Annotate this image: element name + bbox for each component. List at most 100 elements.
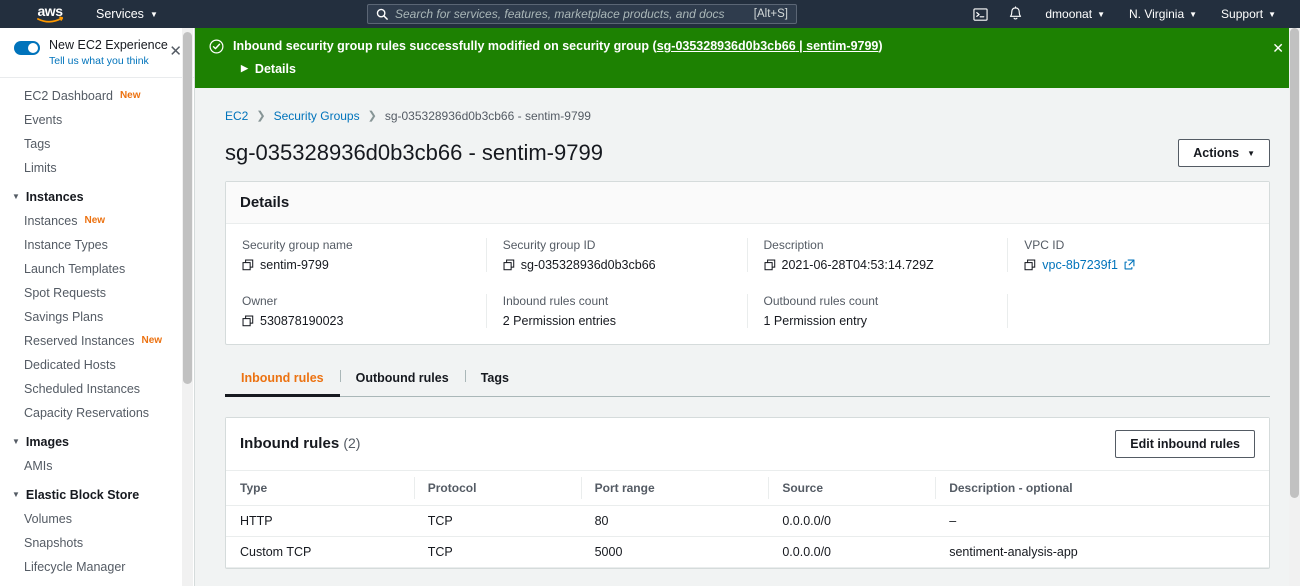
flash-message-suffix: ) bbox=[878, 39, 883, 53]
success-check-icon bbox=[209, 39, 224, 54]
services-menu[interactable]: Services ▼ bbox=[86, 0, 168, 28]
sidebar-item-reserved-instances[interactable]: Reserved Instances New bbox=[0, 329, 194, 353]
account-menu[interactable]: dmoonat ▼ bbox=[1033, 0, 1117, 28]
table-header-row: Type Protocol Port range Source Description … bbox=[226, 470, 1269, 506]
new-experience-toggle[interactable] bbox=[14, 41, 40, 55]
detail-field-description: Description 2021-06-28T04:53:14.729Z bbox=[748, 237, 1009, 272]
breadcrumb-item-0[interactable]: EC2 bbox=[225, 109, 248, 123]
services-menu-label: Services bbox=[96, 7, 144, 21]
main-scrollbar-thumb[interactable] bbox=[1290, 28, 1299, 498]
sidebar-item-label: Launch Templates bbox=[24, 261, 126, 276]
cell-source: 0.0.0.0/0 bbox=[768, 505, 936, 537]
copy-icon[interactable] bbox=[242, 315, 254, 327]
sidebar-scrollbar-thumb[interactable] bbox=[183, 32, 192, 384]
top-navigation-right: dmoonat ▼ N. Virginia ▼ Support ▼ bbox=[963, 0, 1288, 28]
flash-link-sg-name[interactable]: sentim-9799 bbox=[806, 39, 878, 53]
edit-inbound-rules-label: Edit inbound rules bbox=[1130, 436, 1240, 451]
sidebar-item-limits[interactable]: Limits bbox=[0, 156, 194, 180]
column-header-type: Type bbox=[226, 470, 414, 506]
chevron-right-icon: ▶ bbox=[241, 63, 248, 74]
flash-details-toggle[interactable]: ▶ Details bbox=[233, 62, 1286, 76]
close-icon[interactable]: ✕ bbox=[169, 44, 182, 59]
sidebar-group-instances[interactable]: ▼ Instances bbox=[0, 180, 194, 209]
sidebar-item-spot-requests[interactable]: Spot Requests bbox=[0, 281, 194, 305]
sidebar-scrollbar[interactable] bbox=[182, 28, 193, 586]
sidebar-item-label: Scheduled Instances bbox=[24, 381, 141, 396]
sidebar-group-label: Elastic Block Store bbox=[25, 487, 140, 502]
sidebar-group-label: Instances bbox=[25, 189, 84, 204]
detail-label: Security group ID bbox=[502, 237, 596, 252]
sidebar-item-capacity-reservations[interactable]: Capacity Reservations bbox=[0, 401, 194, 425]
sidebar-item-snapshots[interactable]: Snapshots bbox=[0, 531, 194, 555]
sidebar-item-amis[interactable]: AMIs bbox=[0, 454, 194, 478]
detail-value: 2 Permission entries bbox=[502, 313, 616, 328]
table-row[interactable]: Custom TCP TCP 5000 0.0.0.0/0 sentiment-anal… bbox=[226, 536, 1269, 568]
table-row[interactable]: HTTP TCP 80 0.0.0.0/0– bbox=[226, 505, 1269, 537]
detail-label: Outbound rules count bbox=[763, 293, 879, 308]
breadcrumb-item-1[interactable]: Security Groups bbox=[274, 109, 360, 123]
notifications-button[interactable] bbox=[998, 0, 1033, 28]
region-menu[interactable]: N. Virginia ▼ bbox=[1117, 0, 1209, 28]
main-scrollbar[interactable] bbox=[1289, 28, 1300, 586]
inbound-rules-title: Inbound rules (2) bbox=[240, 435, 360, 452]
sidebar-item-events[interactable]: Events bbox=[0, 108, 194, 132]
global-search-box[interactable]: [Alt+S] bbox=[367, 4, 797, 24]
copy-icon[interactable] bbox=[1024, 259, 1036, 271]
tab-bar: Inbound rules Outbound rules Tags bbox=[225, 363, 1270, 397]
tab-inbound-rules[interactable]: Inbound rules bbox=[225, 363, 340, 397]
sidebar-item-tags[interactable]: Tags bbox=[0, 132, 194, 156]
flash-link-sg-id[interactable]: sg-035328936d0b3cb66 bbox=[657, 39, 796, 53]
chevron-down-icon: ▼ bbox=[1268, 10, 1276, 19]
copy-icon[interactable] bbox=[242, 259, 254, 271]
sidebar-item-label: Events bbox=[24, 112, 63, 127]
sidebar-item-lifecycle-manager[interactable]: Lifecycle Manager bbox=[0, 555, 194, 579]
chevron-down-icon: ▼ bbox=[12, 192, 20, 202]
cloudshell-button[interactable] bbox=[963, 0, 998, 28]
sidebar-item-label: Lifecycle Manager bbox=[24, 559, 126, 574]
sidebar-item-ec2-dashboard[interactable]: EC2 Dashboard New bbox=[0, 84, 194, 108]
sidebar-item-label: Instance Types bbox=[24, 237, 108, 252]
sidebar-item-dedicated-hosts[interactable]: Dedicated Hosts bbox=[0, 353, 194, 377]
sidebar-item-volumes[interactable]: Volumes bbox=[0, 507, 194, 531]
sidebar-item-savings-plans[interactable]: Savings Plans bbox=[0, 305, 194, 329]
detail-value: sentim-9799 bbox=[260, 257, 329, 272]
sidebar-item-launch-templates[interactable]: Launch Templates bbox=[0, 257, 194, 281]
aws-logo[interactable]: aws bbox=[22, 4, 78, 23]
inbound-rules-title-text: Inbound rules bbox=[240, 435, 340, 453]
sidebar-group-elastic-block-store[interactable]: ▼ Elastic Block Store bbox=[0, 478, 194, 507]
search-icon bbox=[376, 8, 388, 20]
detail-value[interactable]: vpc-8b7239f1 bbox=[1042, 258, 1118, 272]
chevron-down-icon: ▼ bbox=[12, 437, 20, 447]
feedback-link[interactable]: Tell us what you think bbox=[49, 55, 168, 68]
sidebar-item-instance-types[interactable]: Instance Types bbox=[0, 233, 194, 257]
flash-close-icon[interactable]: ✕ bbox=[1272, 41, 1284, 55]
new-badge: New bbox=[119, 90, 141, 102]
new-badge: New bbox=[84, 215, 106, 227]
sidebar-item-label: Capacity Reservations bbox=[24, 405, 150, 420]
detail-value: 1 Permission entry bbox=[763, 313, 868, 328]
breadcrumb-separator: ❯ bbox=[256, 110, 266, 123]
aws-smile-icon bbox=[37, 15, 63, 23]
detail-field-security-group-name: Security group name sentim-9799 bbox=[226, 237, 487, 272]
tab-tags[interactable]: Tags bbox=[464, 363, 525, 397]
sidebar-item-label: Spot Requests bbox=[24, 285, 106, 300]
edit-inbound-rules-button[interactable]: Edit inbound rules bbox=[1115, 429, 1255, 458]
copy-icon[interactable] bbox=[503, 259, 515, 271]
column-header-protocol: Protocol bbox=[413, 470, 581, 506]
actions-button[interactable]: Actions ▼ bbox=[1178, 138, 1270, 167]
detail-field-security-group-id: Security group ID sg-035328936d0b3cb66 bbox=[487, 237, 748, 272]
detail-value-row: 1 Permission entry bbox=[764, 314, 992, 328]
cell-description: sentiment-analysis-app bbox=[935, 536, 1269, 568]
external-link-icon[interactable] bbox=[1124, 259, 1135, 270]
cell-port: 80 bbox=[580, 505, 769, 537]
inbound-rules-header: Inbound rules (2) Edit inbound rules bbox=[226, 417, 1269, 471]
sidebar-group-images[interactable]: ▼ Images bbox=[0, 425, 194, 454]
sidebar-item-scheduled-instances[interactable]: Scheduled Instances bbox=[0, 377, 194, 401]
support-menu[interactable]: Support ▼ bbox=[1209, 0, 1288, 28]
support-menu-label: Support bbox=[1221, 7, 1264, 21]
sidebar-item-instances[interactable]: Instances New bbox=[0, 209, 194, 233]
search-input[interactable] bbox=[395, 7, 747, 21]
inbound-rules-table: Type Protocol Port range Source Description … bbox=[226, 470, 1269, 568]
tab-outbound-rules[interactable]: Outbound rules bbox=[339, 363, 465, 397]
copy-icon[interactable] bbox=[764, 259, 776, 271]
